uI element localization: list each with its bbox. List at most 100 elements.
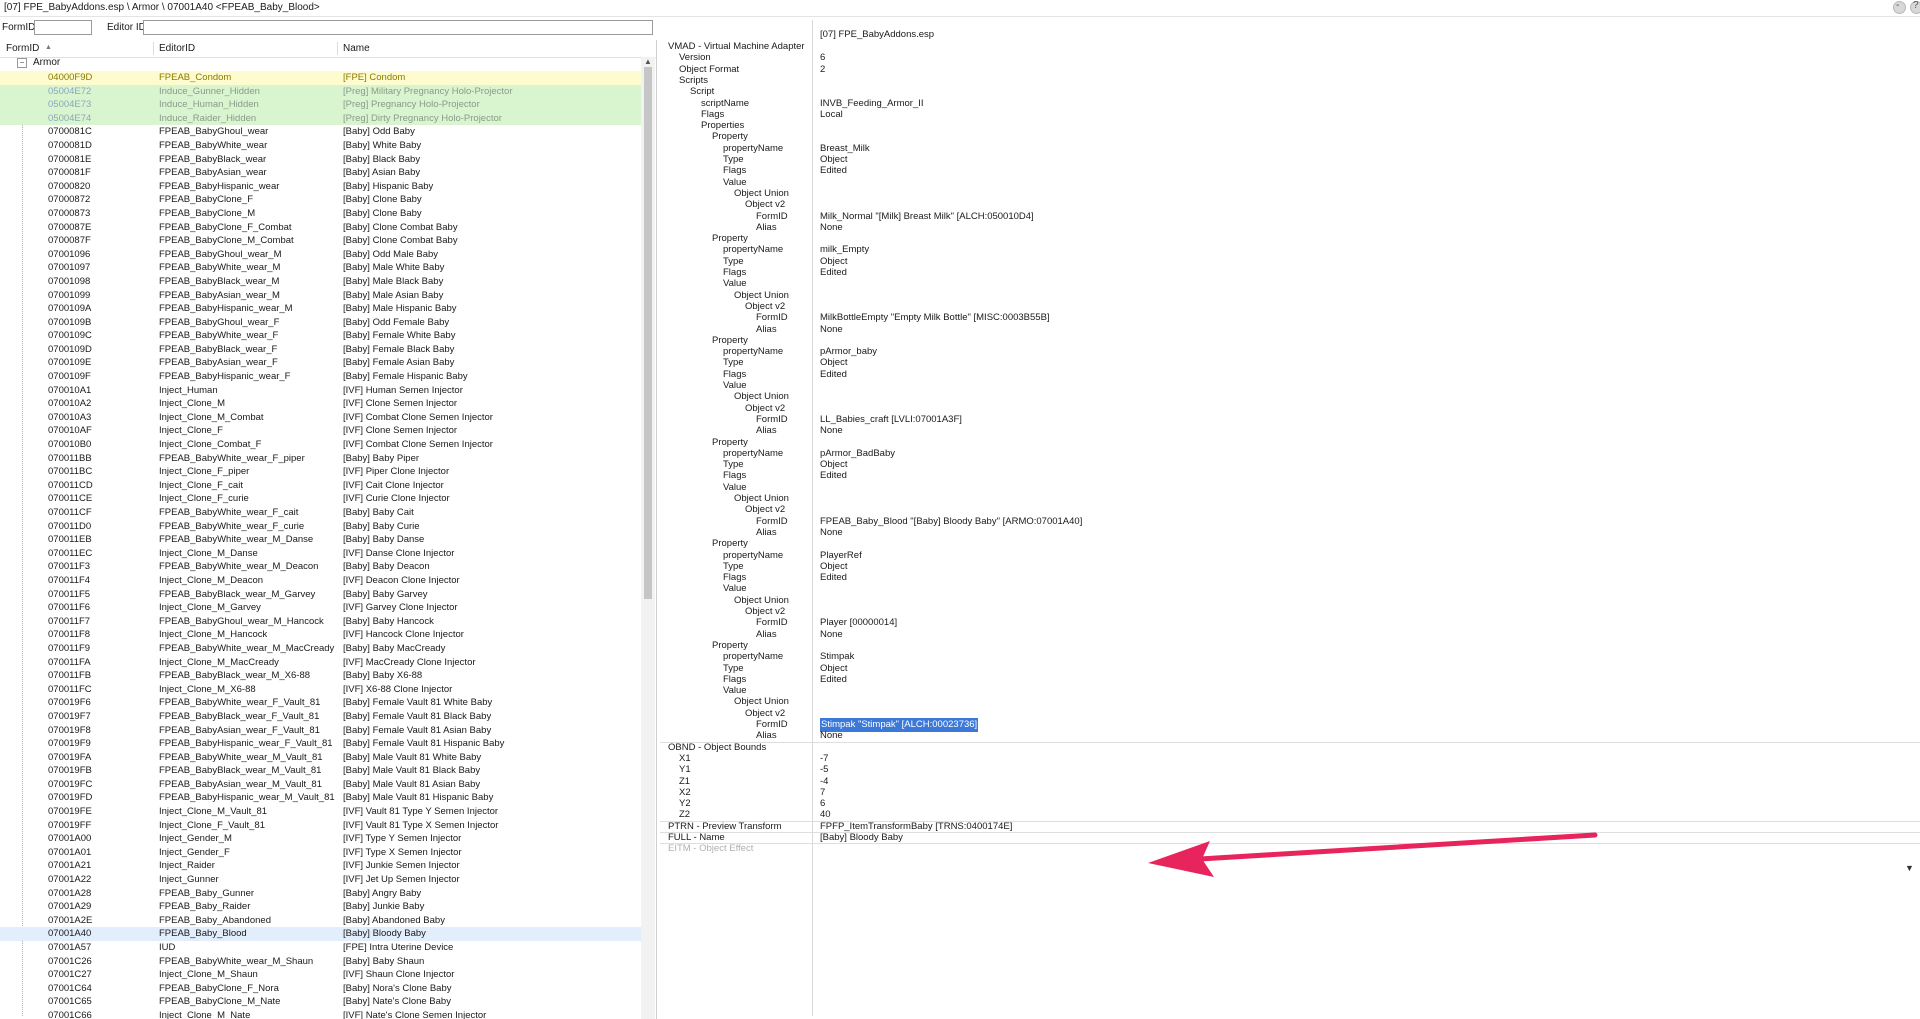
table-row[interactable]: 070010AF Inject_Clone_F [IVF] Clone Semen … bbox=[0, 424, 641, 438]
table-row[interactable]: 07001A01 Inject_Gender_F [IVF] Type X Seme… bbox=[0, 846, 641, 860]
table-row[interactable]: 070019FB FPEAB_BabyBlack_wear_M_Vault_81 [… bbox=[0, 764, 641, 778]
table-row[interactable]: 07001A57 IUD [FPE] Intra Uterine Device bbox=[0, 941, 641, 955]
table-row[interactable]: 07001C65 FPEAB_BabyClone_M_Nate [Baby] Nat… bbox=[0, 995, 641, 1009]
table-row[interactable]: 070011D0 FPEAB_BabyWhite_wear_F_curie [Bab… bbox=[0, 520, 641, 534]
help-icon[interactable]: ? bbox=[1910, 0, 1920, 14]
formid-dropdown-icon[interactable]: ▼ bbox=[1905, 863, 1914, 873]
cell-name: [IVF] Clone Semen Injector bbox=[343, 398, 458, 410]
table-row[interactable]: 070011EC Inject_Clone_M_Danse [IVF] Danse … bbox=[0, 547, 641, 561]
table-row[interactable]: 07000873 FPEAB_BabyClone_M [Baby] Clone Ba… bbox=[0, 207, 641, 221]
table-row[interactable]: 07001097 FPEAB_BabyWhite_wear_M [Baby] Mal… bbox=[0, 261, 641, 275]
table-row[interactable]: 070019F9 FPEAB_BabyHispanic_wear_F_Vault_… bbox=[0, 737, 641, 751]
scroll-up-icon[interactable]: ▲ bbox=[644, 57, 652, 66]
formid-filter-input[interactable] bbox=[34, 20, 92, 35]
table-row[interactable]: 070011F8 Inject_Clone_M_Hancock [IVF] Hanc… bbox=[0, 628, 641, 642]
cell-editorid: FPEAB_BabyAsian_wear_F bbox=[159, 357, 278, 369]
table-row[interactable]: 07001A2E FPEAB_Baby_Abandoned [Baby] Aband… bbox=[0, 914, 641, 928]
table-row[interactable]: 0700109F FPEAB_BabyHispanic_wear_F [Baby] … bbox=[0, 370, 641, 384]
table-row[interactable]: 070011BC Inject_Clone_F_piper [IVF] Piper … bbox=[0, 465, 641, 479]
table-row[interactable]: 070010B0 Inject_Clone_Combat_F [IVF] Comba… bbox=[0, 438, 641, 452]
cell-editorid: Inject_Gunner bbox=[159, 874, 219, 886]
filter-bar: FormID Editor ID bbox=[0, 18, 656, 38]
table-row[interactable]: 070011F9 FPEAB_BabyWhite_wear_M_MacCready… bbox=[0, 642, 641, 656]
cell-formid: 070010AF bbox=[48, 425, 92, 437]
cell-name: [IVF] Combat Clone Semen Injector bbox=[343, 439, 493, 451]
table-row[interactable]: 070011CE Inject_Clone_F_curie [IVF] Curie … bbox=[0, 492, 641, 506]
table-row[interactable]: 070010A3 Inject_Clone_M_Combat [IVF] Comba… bbox=[0, 411, 641, 425]
table-row[interactable]: 070011F3 FPEAB_BabyWhite_wear_M_Deacon [Ba… bbox=[0, 560, 641, 574]
table-row[interactable]: 07001C66 Inject_Clone_M_Nate [IVF] Nate's … bbox=[0, 1009, 641, 1019]
table-row[interactable]: 05004E74 Induce_Raider_Hidden [Preg] Dirty… bbox=[0, 111, 641, 126]
table-row[interactable]: 070011FB FPEAB_BabyBlack_wear_M_X6-88 [Bab… bbox=[0, 669, 641, 683]
table-row[interactable]: 0700081C FPEAB_BabyGhoul_wear [Baby] Odd B… bbox=[0, 125, 641, 139]
table-row[interactable]: 07001A28 FPEAB_Baby_Gunner [Baby] Angry Ba… bbox=[0, 887, 641, 901]
table-row[interactable]: 070011F7 FPEAB_BabyGhoul_wear_M_Hancock [B… bbox=[0, 615, 641, 629]
table-row[interactable]: 0700109E FPEAB_BabyAsian_wear_F [Baby] Fem… bbox=[0, 356, 641, 370]
table-row[interactable]: 07001A40 FPEAB_Baby_Blood [Baby] Bloody Ba… bbox=[0, 927, 641, 941]
cell-formid: 07001A28 bbox=[48, 887, 92, 899]
minimize-icon[interactable]: - bbox=[1893, 0, 1906, 14]
record-list-scrollbar[interactable]: ▲ bbox=[641, 57, 655, 1019]
table-row[interactable]: 070019F7 FPEAB_BabyBlack_wear_F_Vault_81 [… bbox=[0, 710, 641, 724]
collapse-icon[interactable]: − bbox=[17, 58, 27, 68]
table-row[interactable]: 070011F6 Inject_Clone_M_Garvey [IVF] Garve… bbox=[0, 601, 641, 615]
editorid-filter-input[interactable] bbox=[143, 20, 653, 35]
table-row[interactable]: 07001A29 FPEAB_Baby_Raider [Baby] Junkie B… bbox=[0, 900, 641, 914]
table-row[interactable]: 0700081F FPEAB_BabyAsian_wear [Baby] Asian… bbox=[0, 166, 641, 180]
cell-formid: 0700109A bbox=[48, 303, 92, 315]
table-row[interactable]: 070011EB FPEAB_BabyWhite_wear_M_Danse [Bab… bbox=[0, 533, 641, 547]
table-row[interactable]: 05004E73 Induce_Human_Hidden [Preg] Pregna… bbox=[0, 98, 641, 112]
table-row[interactable]: 0700081D FPEAB_BabyWhite_wear [Baby] White… bbox=[0, 139, 641, 153]
table-row[interactable]: 070019FA FPEAB_BabyWhite_wear_M_Vault_81 [… bbox=[0, 751, 641, 765]
table-row[interactable]: 07000820 FPEAB_BabyHispanic_wear [Baby] Hi… bbox=[0, 180, 641, 194]
table-row[interactable]: 0700109A FPEAB_BabyHispanic_wear_M [Baby] … bbox=[0, 302, 641, 316]
column-formid[interactable]: FormID bbox=[6, 43, 39, 54]
table-row[interactable]: 070019F8 FPEAB_BabyAsian_wear_F_Vault_81 [… bbox=[0, 724, 641, 738]
table-row[interactable]: 070011F5 FPEAB_BabyBlack_wear_M_Garvey [Ba… bbox=[0, 588, 641, 602]
column-name[interactable]: Name bbox=[343, 43, 370, 54]
cell-formid: 07000820 bbox=[48, 180, 91, 192]
table-row[interactable]: 05004E72 Induce_Gunner_Hidden [Preg] Milit… bbox=[0, 84, 641, 99]
table-row[interactable]: 07001A22 Inject_Gunner [IVF] Jet Up Semen … bbox=[0, 873, 641, 887]
cell-name: [FPE] Condom bbox=[343, 72, 406, 83]
table-row[interactable]: 070019F6 FPEAB_BabyWhite_wear_F_Vault_81 [… bbox=[0, 696, 641, 710]
cell-name: [IVF] Type X Semen Injector bbox=[343, 846, 462, 858]
scrollbar-thumb[interactable] bbox=[644, 67, 652, 599]
table-row[interactable]: 070010A2 Inject_Clone_M [IVF] Clone Semen … bbox=[0, 397, 641, 411]
table-row[interactable]: 070011F4 Inject_Clone_M_Deacon [IVF] Deaco… bbox=[0, 574, 641, 588]
table-row[interactable]: 07001A00 Inject_Gender_M [IVF] Type Y Seme… bbox=[0, 832, 641, 846]
table-row[interactable]: 0700109D FPEAB_BabyBlack_wear_F [Baby] Fem… bbox=[0, 343, 641, 357]
table-row[interactable]: 070011CD Inject_Clone_F_cait [IVF] Cait Cl… bbox=[0, 479, 641, 493]
table-row[interactable]: 070019FE Inject_Clone_M_Vault_81 [IVF] Vau… bbox=[0, 805, 641, 819]
table-row[interactable]: 07001C27 Inject_Clone_M_Shaun [IVF] Shaun … bbox=[0, 968, 641, 982]
table-row[interactable]: 070011BB FPEAB_BabyWhite_wear_F_piper [Bab… bbox=[0, 452, 641, 466]
cell-name: [IVF] Shaun Clone Injector bbox=[343, 969, 455, 981]
cell-editorid: FPEAB_BabyAsian_wear_F_Vault_81 bbox=[159, 724, 320, 736]
table-row[interactable]: 070019FF Inject_Clone_F_Vault_81 [IVF] Vau… bbox=[0, 819, 641, 833]
table-row[interactable]: 070011FA Inject_Clone_M_MacCready [IVF] Ma… bbox=[0, 656, 641, 670]
tree-node-armor[interactable]: − Armor bbox=[0, 57, 640, 70]
table-row[interactable]: 07001C26 FPEAB_BabyWhite_wear_M_Shaun [Bab… bbox=[0, 955, 641, 969]
table-row[interactable]: 070011CF FPEAB_BabyWhite_wear_F_cait [Baby… bbox=[0, 506, 641, 520]
table-row[interactable]: 0700087E FPEAB_BabyClone_F_Combat [Baby] C… bbox=[0, 221, 641, 235]
table-row[interactable]: 0700087F FPEAB_BabyClone_M_Combat [Baby] C… bbox=[0, 234, 641, 248]
table-row[interactable]: 07001C64 FPEAB_BabyClone_F_Nora [Baby] Nor… bbox=[0, 982, 641, 996]
table-row[interactable]: 07000872 FPEAB_BabyClone_F [Baby] Clone Ba… bbox=[0, 193, 641, 207]
cell-formid: 070019FD bbox=[48, 792, 93, 804]
table-row[interactable]: 07001096 FPEAB_BabyGhoul_wear_M [Baby] Odd… bbox=[0, 248, 641, 262]
table-row[interactable]: 04000F9D FPEAB_Condom [FPE] Condom bbox=[0, 71, 641, 85]
table-row[interactable]: 0700109C FPEAB_BabyWhite_wear_F [Baby] Fem… bbox=[0, 329, 641, 343]
column-editorid[interactable]: EditorID bbox=[159, 43, 195, 54]
cell-name: [Baby] Baby Deacon bbox=[343, 561, 430, 573]
table-row[interactable]: 070011FC Inject_Clone_M_X6-88 [IVF] X6-88 … bbox=[0, 683, 641, 697]
table-row[interactable]: 070019FD FPEAB_BabyHispanic_wear_M_Vault_… bbox=[0, 791, 641, 805]
table-row[interactable]: 07001099 FPEAB_BabyAsian_wear_M [Baby] Mal… bbox=[0, 289, 641, 303]
table-row[interactable]: 07001098 FPEAB_BabyBlack_wear_M [Baby] Mal… bbox=[0, 275, 641, 289]
table-row[interactable]: 070010A1 Inject_Human [IVF] Human Semen In… bbox=[0, 384, 641, 398]
table-row[interactable]: 0700081E FPEAB_BabyBlack_wear [Baby] Black… bbox=[0, 153, 641, 167]
cell-formid: 0700109E bbox=[48, 357, 92, 369]
table-row[interactable]: 07001A21 Inject_Raider [IVF] Junkie Semen … bbox=[0, 859, 641, 873]
table-row[interactable]: 0700109B FPEAB_BabyGhoul_wear_F [Baby] Odd… bbox=[0, 316, 641, 330]
detail-file-header: [07] FPE_BabyAddons.esp bbox=[820, 29, 935, 40]
table-row[interactable]: 070019FC FPEAB_BabyAsian_wear_M_Vault_81 [… bbox=[0, 778, 641, 792]
